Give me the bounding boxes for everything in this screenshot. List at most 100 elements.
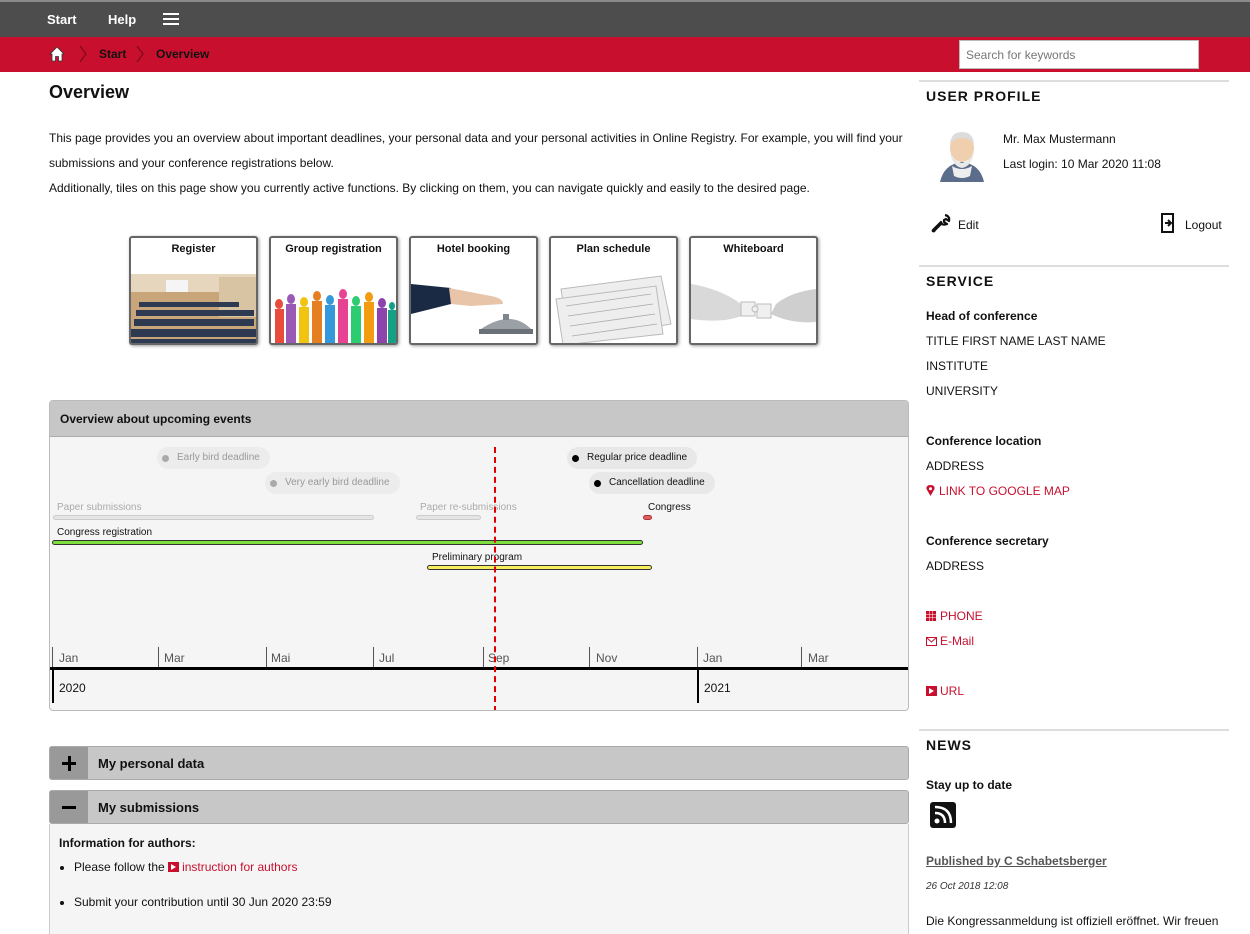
- month-tick: [483, 647, 484, 667]
- link-text: E-Mail: [940, 634, 975, 648]
- range-bar[interactable]: [53, 515, 374, 520]
- range-label: Congress: [648, 502, 691, 513]
- accordion-title: My submissions: [98, 800, 200, 815]
- year-label: 2021: [704, 681, 731, 695]
- submissions-content: Information for authors: Please follow t…: [49, 824, 909, 934]
- list-text: Please follow the: [74, 860, 165, 874]
- event-dot: [270, 480, 277, 487]
- month-label: Sep: [488, 651, 510, 665]
- colorful-people-silhouettes-image: [271, 274, 396, 343]
- month-label: Jul: [379, 651, 395, 665]
- page-title: Overview: [49, 82, 130, 102]
- event-dot: [594, 480, 601, 487]
- link-text: PHONE: [940, 609, 983, 623]
- service-heading: SERVICE: [926, 273, 995, 289]
- timeline-chart[interactable]: Early bird deadline Very early bird dead…: [50, 437, 908, 710]
- event-dot: [162, 455, 169, 462]
- chevron-right-icon: [136, 45, 144, 63]
- authors-info-title: Information for authors:: [59, 836, 196, 850]
- calendar-pages-image: [551, 274, 676, 343]
- edit-button[interactable]: Edit: [931, 213, 981, 235]
- logout-button[interactable]: Logout: [1159, 212, 1223, 234]
- event-label: Cancellation deadline: [609, 477, 705, 488]
- news-heading: NEWS: [926, 737, 972, 753]
- hamburger-menu-icon[interactable]: [163, 13, 179, 26]
- nav-help[interactable]: Help: [108, 12, 136, 27]
- tile-label: Group registration: [285, 243, 382, 255]
- range-bar[interactable]: [416, 515, 481, 520]
- plus-icon[interactable]: [50, 747, 88, 779]
- year-label: 2020: [59, 681, 86, 695]
- upcoming-events-panel: Overview about upcoming events Early bir…: [49, 400, 909, 711]
- range-bar[interactable]: [643, 515, 652, 520]
- event-dot: [572, 455, 579, 462]
- year-tick: [52, 670, 54, 703]
- news-author-link[interactable]: Published by C Schabetsberger: [926, 854, 1107, 868]
- event-label: Very early bird deadline: [285, 477, 390, 488]
- tile-register[interactable]: Register: [129, 236, 258, 345]
- breadcrumb-start[interactable]: Start: [99, 47, 126, 61]
- divider: [919, 80, 1229, 82]
- range-bar[interactable]: [427, 565, 652, 570]
- lecture-hall-image: [131, 274, 256, 343]
- divider: [919, 729, 1229, 731]
- nav-start[interactable]: Start: [47, 12, 77, 27]
- head-of-conference-label: Head of conference: [926, 309, 1038, 323]
- link-text: instruction for authors: [182, 860, 298, 874]
- panel-title: Overview about upcoming events: [60, 412, 252, 426]
- google-map-link[interactable]: LINK TO GOOGLE MAP: [926, 484, 1070, 498]
- logout-label: Logout: [1185, 218, 1222, 232]
- month-tick: [589, 647, 590, 667]
- home-icon[interactable]: [49, 46, 65, 62]
- month-tick: [266, 647, 267, 667]
- tile-label: Whiteboard: [723, 243, 784, 255]
- phone-link[interactable]: PHONE: [926, 609, 983, 623]
- event-label: Regular price deadline: [587, 452, 688, 463]
- search-input[interactable]: [959, 40, 1199, 69]
- email-link[interactable]: E-Mail: [926, 634, 974, 648]
- phone-keypad-icon: [926, 611, 936, 621]
- intro-paragraph: Additionally, tiles on this page show yo…: [49, 181, 810, 195]
- timeline-event[interactable]: Regular price deadline: [567, 447, 698, 469]
- edit-label: Edit: [958, 218, 979, 232]
- timeline-axis: [50, 667, 908, 670]
- link-text: URL: [940, 684, 965, 698]
- minus-icon[interactable]: [50, 791, 88, 823]
- tile-label: Hotel booking: [436, 243, 511, 255]
- list-item: Submit your contribution until 30 Jun 20…: [74, 895, 332, 930]
- month-label: Mar: [164, 651, 185, 665]
- chevron-right-icon: [79, 45, 87, 63]
- external-link-icon: [926, 686, 937, 696]
- instruction-for-authors-link[interactable]: instruction for authors: [168, 860, 297, 874]
- tile-hotel-booking[interactable]: Hotel booking: [409, 236, 538, 345]
- url-link[interactable]: URL: [926, 684, 964, 698]
- rss-feed-icon[interactable]: [930, 802, 956, 828]
- avatar: [934, 126, 990, 182]
- tile-label: Register: [171, 243, 216, 255]
- month-tick: [373, 647, 374, 667]
- service-bell-image: [411, 274, 536, 343]
- month-label: Nov: [596, 651, 618, 665]
- tile-group-registration[interactable]: Group registration: [269, 236, 398, 345]
- news-text: Die Kongressanmeldung ist offiziell eröf…: [926, 914, 1219, 928]
- map-pin-icon: [926, 485, 935, 496]
- month-label: Mar: [808, 651, 829, 665]
- divider: [919, 265, 1229, 267]
- accordion-personal-data[interactable]: My personal data: [49, 746, 909, 780]
- news-date: 26 Oct 2018 12:08: [926, 881, 1009, 892]
- range-bar[interactable]: [52, 540, 643, 545]
- institute: INSTITUTE: [926, 359, 988, 373]
- range-label: Paper re-submissions: [420, 502, 517, 513]
- timeline-event[interactable]: Very early bird deadline: [265, 472, 400, 494]
- timeline-event[interactable]: Cancellation deadline: [589, 472, 715, 494]
- conference-secretary-label: Conference secretary: [926, 534, 1049, 548]
- list-item: Please follow the instruction for author…: [74, 860, 332, 895]
- tile-plan-schedule[interactable]: Plan schedule: [549, 236, 678, 345]
- event-label: Early bird deadline: [177, 452, 260, 463]
- year-tick: [697, 670, 699, 703]
- accordion-submissions[interactable]: My submissions: [49, 790, 909, 824]
- pdf-icon: [168, 862, 180, 872]
- range-label: Preliminary program: [432, 552, 523, 563]
- timeline-event[interactable]: Early bird deadline: [157, 447, 270, 469]
- tile-whiteboard[interactable]: Whiteboard: [689, 236, 818, 345]
